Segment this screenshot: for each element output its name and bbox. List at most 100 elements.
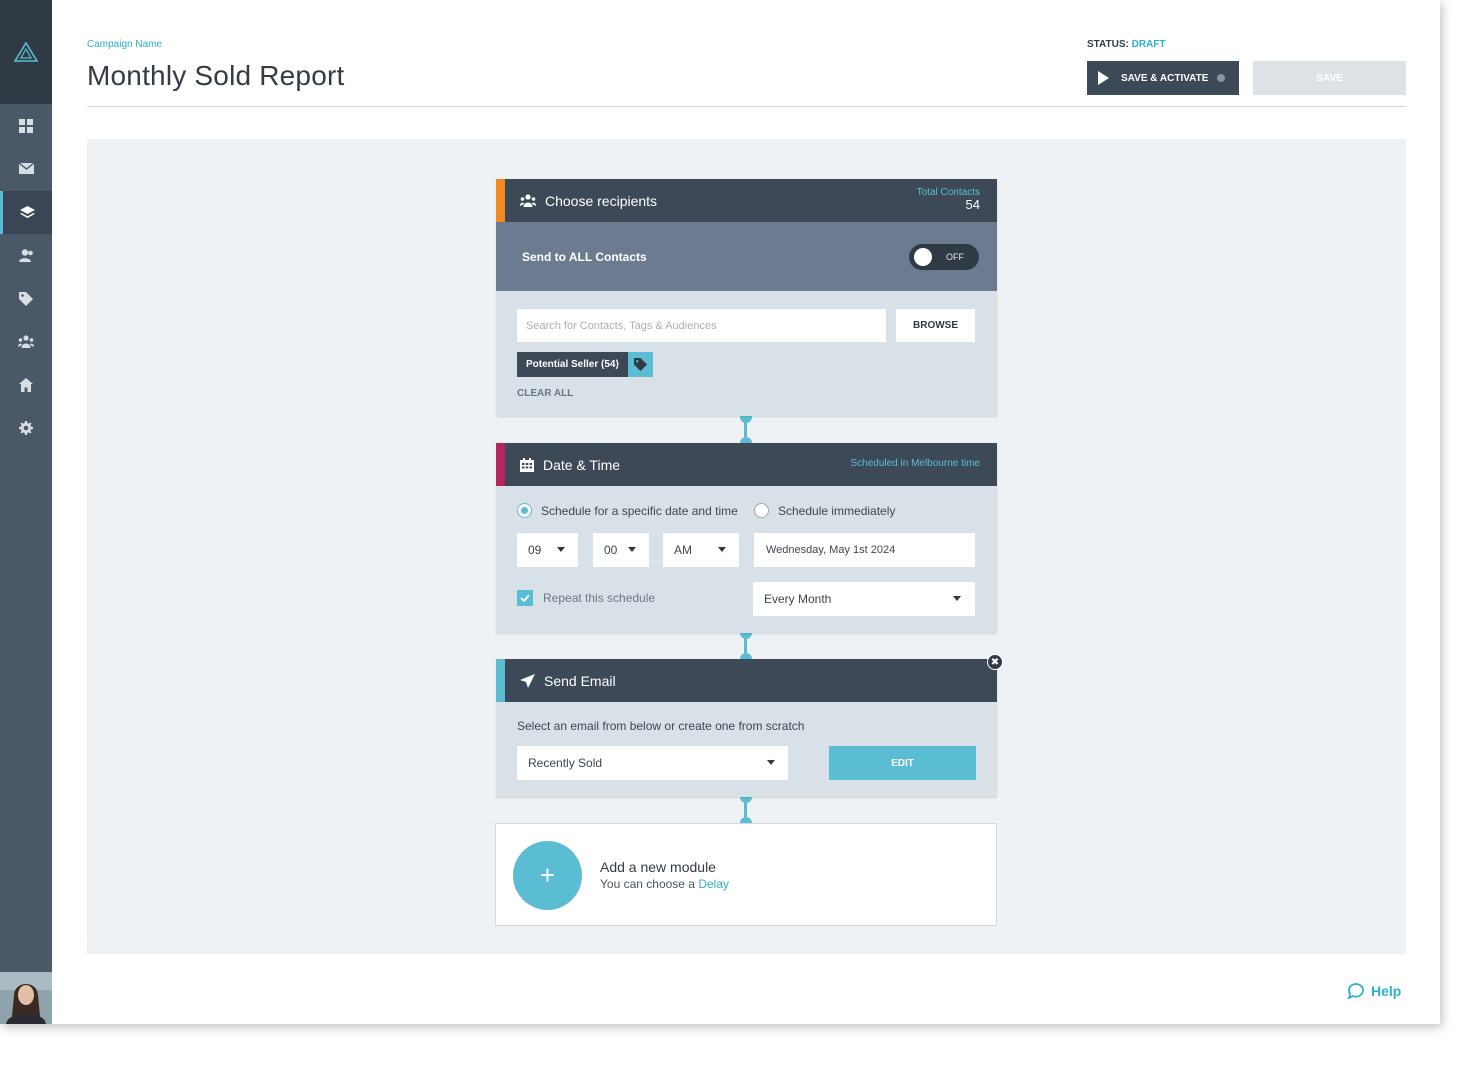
gear-icon	[19, 420, 33, 435]
chevron-down-icon	[718, 547, 726, 552]
user-avatar-image	[0, 972, 52, 1024]
chevron-down-icon	[953, 596, 961, 601]
repeat-label: Repeat this schedule	[543, 591, 656, 605]
status-label: STATUS:	[1087, 39, 1129, 50]
app-window: Campaign Name Monthly Sold Report STATUS…	[0, 0, 1440, 1024]
avatar[interactable]	[0, 972, 52, 1024]
add-module-card: + Add a new module You can choose a Dela…	[495, 823, 997, 926]
toggle-state-label: OFF	[946, 252, 964, 262]
timezone-link[interactable]: Scheduled in Melbourne time	[850, 458, 980, 469]
sidebar-item-contacts[interactable]	[0, 234, 52, 277]
send-email-module: Send Email Select an email from below or…	[496, 659, 997, 797]
radio-button-selected	[517, 503, 532, 518]
status-badge: DRAFT	[1131, 39, 1166, 50]
logo-icon	[14, 42, 38, 62]
sidebar	[0, 0, 52, 1024]
send-email-header: Send Email	[496, 659, 997, 702]
repeat-frequency-value: Every Month	[764, 592, 832, 606]
repeat-frequency-select[interactable]: Every Month	[753, 582, 975, 616]
ampm-value: AM	[674, 543, 692, 557]
sidebar-item-properties[interactable]	[0, 363, 52, 406]
datetime-header: Date & Time Scheduled in Melbourne time	[496, 443, 997, 486]
add-module-button[interactable]: +	[513, 841, 582, 910]
add-module-sub-text: You can choose a	[600, 877, 695, 891]
selected-tag[interactable]: Potential Seller (54)	[517, 352, 653, 377]
sidebar-item-dashboard[interactable]	[0, 104, 52, 147]
calendar-icon	[520, 457, 534, 472]
mail-icon	[18, 163, 34, 174]
radio-immediate-label: Schedule immediately	[778, 503, 896, 518]
hour-value: 09	[528, 543, 542, 557]
tag-icon	[19, 291, 33, 306]
toggle-knob	[914, 248, 932, 266]
page-title[interactable]: Monthly Sold Report	[87, 60, 344, 92]
recipients-module: Choose recipients Total Contacts 54 Send…	[496, 179, 997, 416]
sidebar-item-audiences[interactable]	[0, 320, 52, 363]
add-module-title: Add a new module	[600, 859, 716, 875]
checkmark-icon	[517, 590, 533, 606]
hour-select[interactable]: 09	[517, 533, 578, 567]
dashboard-icon	[19, 118, 33, 133]
datetime-module: Date & Time Scheduled in Melbourne time …	[496, 443, 997, 633]
date-picker[interactable]: Wednesday, May 1st 2024	[754, 533, 975, 567]
logo[interactable]	[0, 0, 52, 104]
sidebar-item-tags[interactable]	[0, 277, 52, 320]
sidebar-item-mail[interactable]	[0, 147, 52, 190]
divider	[87, 106, 1406, 107]
close-icon[interactable]: ✖	[987, 654, 1003, 670]
chevron-down-icon	[628, 547, 636, 552]
sidebar-item-campaigns[interactable]	[0, 191, 52, 234]
recipients-header: Choose recipients Total Contacts 54	[496, 179, 997, 222]
chevron-down-icon	[767, 760, 775, 765]
radio-specific-label: Schedule for a specific date and time	[541, 503, 738, 518]
clear-all-link[interactable]: CLEAR ALL	[517, 388, 573, 399]
repeat-checkbox[interactable]: Repeat this schedule	[517, 590, 655, 606]
radio-specific-date[interactable]: Schedule for a specific date and time	[517, 503, 738, 518]
radio-button	[754, 503, 769, 518]
help-label: Help	[1371, 983, 1402, 999]
accent-bar	[496, 443, 505, 486]
tag-label: Potential Seller (54)	[517, 352, 628, 377]
datetime-title: Date & Time	[543, 456, 621, 473]
minute-value: 00	[604, 543, 618, 557]
campaign-name-label: Campaign Name	[87, 39, 163, 50]
layers-icon	[20, 206, 35, 218]
email-select[interactable]: Recently Sold	[517, 746, 788, 780]
email-instruction: Select an email from below or create one…	[517, 719, 805, 733]
home-icon	[19, 377, 33, 392]
chevron-down-icon	[557, 547, 565, 552]
contacts-icon	[18, 249, 33, 262]
recipients-title: Choose recipients	[545, 192, 658, 209]
recipients-body: BROWSE Potential Seller (54) CLEAR ALL	[496, 291, 997, 416]
send-email-title: Send Email	[544, 672, 616, 689]
status-indicator: STATUS: DRAFT	[1087, 39, 1166, 50]
audience-icon	[18, 335, 34, 348]
datetime-body: Schedule for a specific date and time Sc…	[496, 486, 997, 633]
accent-bar	[496, 659, 505, 702]
send-all-row: Send to ALL Contacts OFF	[496, 222, 997, 291]
search-input[interactable]	[517, 309, 886, 342]
save-button[interactable]: SAVE	[1253, 61, 1406, 95]
radio-immediate[interactable]: Schedule immediately	[754, 503, 895, 518]
audience-icon	[520, 194, 536, 207]
add-module-subtitle: You can choose a Delay	[600, 877, 729, 891]
send-all-toggle[interactable]: OFF	[909, 244, 979, 270]
send-email-body: Select an email from below or create one…	[496, 702, 997, 797]
send-icon	[520, 673, 535, 688]
status-dot-icon	[1217, 74, 1225, 82]
ampm-select[interactable]: AM	[663, 533, 739, 567]
tag-icon	[627, 352, 653, 377]
play-icon	[1098, 71, 1109, 85]
help-button[interactable]: Help	[1347, 982, 1401, 1000]
edit-button[interactable]: EDIT	[829, 746, 976, 780]
browse-button[interactable]: BROWSE	[896, 309, 975, 342]
delay-link[interactable]: Delay	[698, 877, 729, 891]
minute-select[interactable]: 00	[593, 533, 649, 567]
sidebar-item-settings[interactable]	[0, 406, 52, 449]
total-contacts: Total Contacts 54	[917, 187, 980, 211]
save-activate-label: SAVE & ACTIVATE	[1121, 72, 1209, 84]
save-activate-button[interactable]: SAVE & ACTIVATE	[1087, 61, 1239, 95]
chat-bubble-icon	[1347, 983, 1364, 1000]
date-value: Wednesday, May 1st 2024	[766, 544, 896, 556]
send-all-label: Send to ALL Contacts	[522, 249, 647, 264]
